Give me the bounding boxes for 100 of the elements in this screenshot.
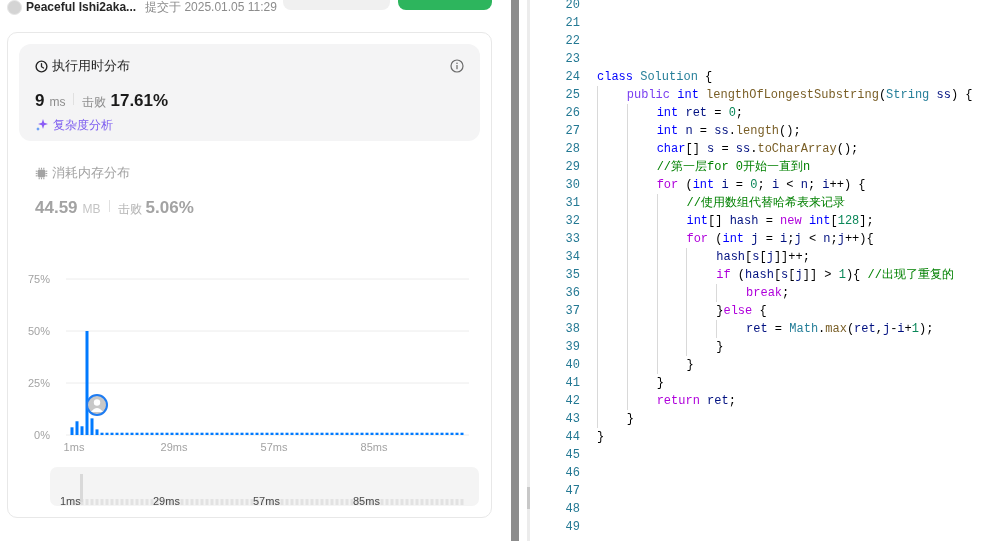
histogram-bar[interactable] xyxy=(85,331,89,436)
histogram-bar[interactable] xyxy=(200,433,204,436)
histogram-bar[interactable] xyxy=(140,433,144,436)
histogram-bar[interactable] xyxy=(445,433,449,436)
histogram-bar[interactable] xyxy=(375,433,379,436)
histogram-bar[interactable] xyxy=(280,433,284,436)
histogram-bar[interactable] xyxy=(130,433,134,436)
histogram-bar[interactable] xyxy=(105,433,109,436)
histogram-bar[interactable] xyxy=(355,433,359,436)
histogram-bar[interactable] xyxy=(275,433,279,436)
histogram-bar[interactable] xyxy=(290,433,294,436)
chip-icon xyxy=(35,166,48,180)
histogram-bar[interactable] xyxy=(360,433,364,436)
histogram-bar[interactable] xyxy=(300,433,304,436)
code-line: } xyxy=(597,429,605,446)
line-number: 32 xyxy=(564,213,580,230)
section-panel[interactable]: 执行用时分布 9 ms 击败 17.61% 复杂度分析 xyxy=(19,44,480,142)
histogram-bar[interactable] xyxy=(90,418,94,436)
histogram-bar[interactable] xyxy=(270,433,274,436)
code-line: char[] s = ss.toCharArray(); xyxy=(597,140,859,158)
code-line: int n = ss.length(); xyxy=(597,122,801,140)
histogram-bar[interactable] xyxy=(425,433,429,436)
author-name[interactable]: Peaceful Ishi2aka... xyxy=(26,0,137,15)
histogram-bar[interactable] xyxy=(400,433,404,436)
histogram-bar[interactable] xyxy=(460,433,464,436)
histogram-bar[interactable] xyxy=(345,433,349,436)
code-line: }else { xyxy=(597,302,767,320)
histogram-bar[interactable] xyxy=(205,433,209,436)
histogram-bar[interactable] xyxy=(285,433,289,436)
histogram-bar[interactable] xyxy=(440,433,444,436)
scrollbar-thumb[interactable] xyxy=(527,487,530,509)
histogram-bar[interactable] xyxy=(305,433,309,436)
histogram-bar[interactable] xyxy=(125,433,129,436)
histogram-bar[interactable] xyxy=(265,433,269,436)
histogram-bar[interactable] xyxy=(325,433,329,436)
code-line: } xyxy=(597,338,724,356)
histogram-bar[interactable] xyxy=(410,433,414,436)
histogram-bar[interactable] xyxy=(380,433,384,436)
histogram-bar[interactable] xyxy=(195,433,199,436)
histogram-bar[interactable] xyxy=(190,433,194,436)
histogram-bar[interactable] xyxy=(120,433,124,436)
histogram-bar[interactable] xyxy=(75,421,79,436)
histogram-bar[interactable] xyxy=(455,433,459,436)
histogram-bar[interactable] xyxy=(215,433,219,436)
histogram-bar[interactable] xyxy=(80,426,84,436)
code-line: for (int i = 0; i < n; i++) { xyxy=(597,176,866,194)
histogram-bar[interactable] xyxy=(395,433,399,436)
histogram-bar[interactable] xyxy=(295,433,299,436)
histogram-bar[interactable] xyxy=(220,433,224,436)
histogram-bar[interactable] xyxy=(225,433,229,436)
histogram-bar[interactable] xyxy=(115,433,119,436)
histogram-bar[interactable] xyxy=(450,433,454,436)
axis-label: 29ms xyxy=(160,441,188,454)
histogram-bar[interactable] xyxy=(260,433,264,436)
histogram-bar[interactable] xyxy=(255,433,259,436)
section-title: 执行用时分布 xyxy=(52,57,130,76)
complexity-analysis-link[interactable]: 复杂度分析 xyxy=(35,116,113,134)
histogram-bar[interactable] xyxy=(390,433,394,436)
histogram-bar[interactable] xyxy=(155,433,159,436)
histogram-bar[interactable] xyxy=(415,433,419,436)
histogram-bar[interactable] xyxy=(240,433,244,436)
axis-label: 85ms xyxy=(360,441,388,454)
histogram-bar[interactable] xyxy=(70,427,74,436)
line-number: 46 xyxy=(564,465,580,482)
info-icon[interactable] xyxy=(450,59,464,73)
histogram-bar[interactable] xyxy=(315,433,319,436)
histogram-bar[interactable] xyxy=(385,433,389,436)
histogram-bar[interactable] xyxy=(160,433,164,436)
histogram-bar[interactable] xyxy=(250,433,254,436)
histogram-bar[interactable] xyxy=(145,433,149,436)
range-slider[interactable]: 1ms 29ms 57ms 85ms xyxy=(50,467,479,506)
histogram-bar[interactable] xyxy=(180,433,184,436)
histogram-bar[interactable] xyxy=(330,433,334,436)
histogram-bar[interactable] xyxy=(150,433,154,436)
histogram-bar[interactable] xyxy=(335,433,339,436)
histogram-bar[interactable] xyxy=(110,433,114,436)
clock-icon xyxy=(35,59,48,73)
histogram-bar[interactable] xyxy=(310,433,314,436)
histogram-bar[interactable] xyxy=(230,433,234,436)
histogram-bar[interactable] xyxy=(165,433,169,436)
histogram-bar[interactable] xyxy=(135,433,139,436)
histogram-bar[interactable] xyxy=(365,433,369,436)
line-number: 44 xyxy=(564,429,580,446)
histogram-bar[interactable] xyxy=(370,433,374,436)
histogram-bar[interactable] xyxy=(245,433,249,436)
histogram-bar[interactable] xyxy=(170,433,174,436)
histogram-bar[interactable] xyxy=(185,433,189,436)
histogram-bar[interactable] xyxy=(100,433,104,436)
histogram-bar[interactable] xyxy=(430,433,434,436)
histogram-bar[interactable] xyxy=(435,433,439,436)
histogram-bar[interactable] xyxy=(340,433,344,436)
histogram-bar[interactable] xyxy=(350,433,354,436)
code-line: } xyxy=(597,410,634,428)
histogram-bar[interactable] xyxy=(320,433,324,436)
section-title: 消耗内存分布 xyxy=(52,164,130,183)
histogram-bar[interactable] xyxy=(405,433,409,436)
histogram-bar[interactable] xyxy=(420,433,424,436)
histogram-bar[interactable] xyxy=(175,433,179,436)
histogram-bar[interactable] xyxy=(210,433,214,436)
histogram-bar[interactable] xyxy=(235,433,239,436)
